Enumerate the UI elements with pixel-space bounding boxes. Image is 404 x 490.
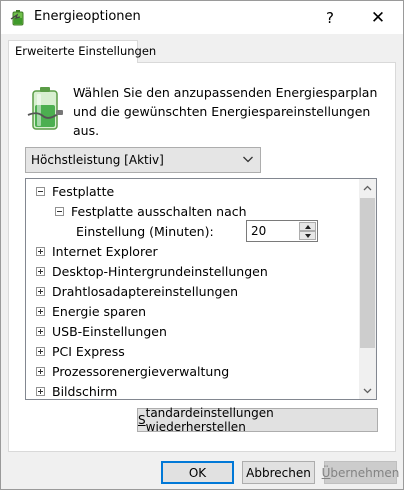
tree-item[interactable]: PCI Express xyxy=(36,341,125,361)
tab-advanced-settings[interactable]: Erweiterte Einstellungen xyxy=(8,40,156,63)
tree-item[interactable]: Drahtlosadaptereinstellungen xyxy=(36,281,238,301)
expand-icon[interactable] xyxy=(36,246,45,256)
tree-item-label: USB-Einstellungen xyxy=(52,323,167,339)
collapse-icon[interactable] xyxy=(55,206,64,216)
chevron-down-icon xyxy=(243,156,253,163)
collapse-icon[interactable] xyxy=(36,186,45,196)
tree-item-label: Festplatte ausschalten nach xyxy=(71,203,247,219)
help-button[interactable]: ? xyxy=(307,1,353,34)
expand-icon[interactable] xyxy=(36,286,45,296)
tree-item-label: Desktop-Hintergrundeinstellungen xyxy=(52,263,268,279)
spin-down-button[interactable] xyxy=(299,231,316,240)
arrow-down-icon xyxy=(304,233,311,238)
ok-button[interactable]: OK xyxy=(161,461,234,484)
tree-item-festplatte-ausschalten[interactable]: Festplatte ausschalten nach xyxy=(55,201,247,221)
scrollbar-thumb[interactable] xyxy=(360,198,375,348)
tree-item-label: PCI Express xyxy=(52,343,125,359)
battery-icon xyxy=(27,87,63,130)
energy-options-dialog: Energieoptionen ? ✕ Erweiterte Einstellu… xyxy=(0,0,404,490)
minutes-stepper[interactable] xyxy=(246,220,318,242)
setting-minutes-label: Einstellung (Minuten): xyxy=(76,223,214,239)
help-icon: ? xyxy=(326,8,334,27)
expand-icon[interactable] xyxy=(36,306,45,316)
setting-minutes-label-row: Einstellung (Minuten): xyxy=(76,221,214,241)
description-text: Wählen Sie den anzupassenden Energiespar… xyxy=(73,85,378,138)
tree-item-label: Drahtlosadaptereinstellungen xyxy=(52,283,239,299)
settings-tree[interactable]: Festplatte Festplatte ausschalten nach E… xyxy=(25,178,377,400)
tree-item-label: Prozessorenergieverwaltung xyxy=(52,363,230,379)
tab-label: Erweiterte Einstellungen xyxy=(15,44,157,58)
tree-item-label: Bildschirm xyxy=(52,383,118,399)
restore-defaults-mnemonic: S xyxy=(138,413,146,427)
cancel-button[interactable]: Abbrechen xyxy=(242,461,315,484)
scroll-down-button[interactable] xyxy=(359,382,376,399)
close-button[interactable]: ✕ xyxy=(355,1,401,34)
expand-icon[interactable] xyxy=(36,366,45,376)
chevron-down-icon xyxy=(363,388,372,393)
tree-item[interactable]: Internet Explorer xyxy=(36,241,158,261)
expand-icon[interactable] xyxy=(36,346,45,356)
spin-up-button[interactable] xyxy=(299,222,316,231)
apply-label: bernehmen xyxy=(330,465,400,480)
tree-item-label: Internet Explorer xyxy=(52,243,158,259)
tree-item[interactable]: USB-Einstellungen xyxy=(36,321,167,341)
apply-button[interactable]: Übernehmen xyxy=(321,461,400,484)
chevron-up-icon xyxy=(363,185,372,190)
tree-item[interactable]: Energie sparen xyxy=(36,301,146,321)
expand-icon[interactable] xyxy=(36,266,45,276)
vertical-scrollbar[interactable] xyxy=(359,179,376,399)
tree-item[interactable]: Prozessorenergieverwaltung xyxy=(36,361,229,381)
expand-icon[interactable] xyxy=(36,326,45,336)
restore-defaults-label: tandardeinstellungen wiederherstellen xyxy=(145,406,274,434)
power-options-icon xyxy=(10,10,24,26)
title-bar: Energieoptionen ? ✕ xyxy=(1,1,403,34)
tree-item[interactable]: Bildschirm xyxy=(36,381,118,399)
scroll-up-button[interactable] xyxy=(359,179,376,196)
tree-item-festplatte[interactable]: Festplatte xyxy=(36,181,114,201)
tree-item-label: Energie sparen xyxy=(52,303,147,319)
tree-item[interactable]: Desktop-Hintergrundeinstellungen xyxy=(36,261,268,281)
restore-defaults-button[interactable]: Standardeinstellungen wiederherstellen xyxy=(137,406,378,434)
tree-item-label: Festplatte xyxy=(52,183,115,199)
ok-label: OK xyxy=(188,465,207,480)
power-plan-select[interactable]: Höchstleistung [Aktiv] xyxy=(25,147,261,173)
close-icon: ✕ xyxy=(370,7,386,28)
expand-icon[interactable] xyxy=(36,386,45,396)
minutes-input[interactable] xyxy=(248,222,300,240)
apply-mnemonic: Ü xyxy=(321,465,331,480)
cancel-label: Abbrechen xyxy=(246,465,311,480)
window-title: Energieoptionen xyxy=(34,9,141,24)
power-plan-value: Höchstleistung [Aktiv] xyxy=(31,153,164,167)
arrow-up-icon xyxy=(304,224,311,229)
